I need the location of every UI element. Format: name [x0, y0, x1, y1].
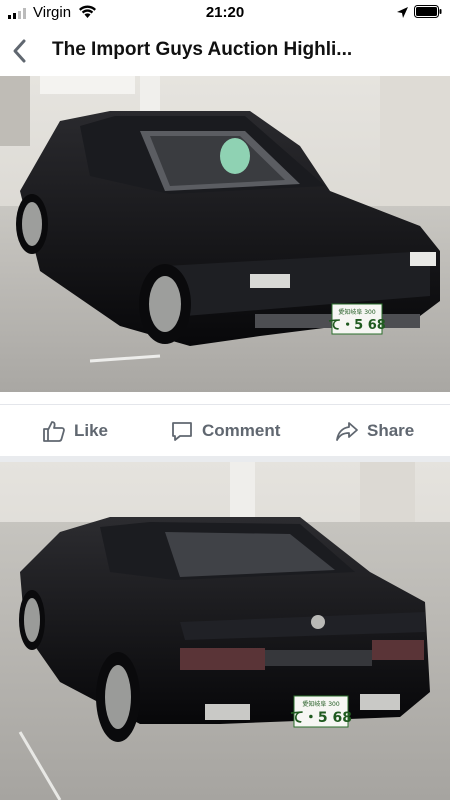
- page-title: The Import Guys Auction Highli...: [52, 39, 353, 60]
- plate-rear-bottom: て・5 68: [290, 710, 352, 726]
- post-actions-bar: Like Comment Share: [0, 404, 450, 457]
- share-label: Share: [367, 421, 415, 440]
- car-photo-rear[interactable]: 愛知岐阜 300 て・5 68: [0, 462, 450, 800]
- car-front-image: 愛知岐阜 300 て・5 68: [0, 76, 450, 392]
- like-label: Like: [74, 421, 109, 440]
- car-photo-front[interactable]: 愛知岐阜 300 て・5 68: [0, 76, 450, 392]
- battery-icon: [414, 5, 442, 18]
- plate-front-top: 愛知岐阜 300: [338, 308, 376, 316]
- like-button[interactable]: Like: [42, 419, 108, 443]
- comment-bubble-icon: [172, 422, 192, 441]
- plate-front-bottom: て・5 68: [328, 318, 386, 333]
- back-chevron-icon[interactable]: [10, 38, 30, 64]
- plate-rear-top: 愛知岐阜 300: [302, 700, 340, 708]
- status-bar: Virgin 21:20: [0, 0, 450, 26]
- location-icon: [397, 7, 408, 18]
- comment-label: Comment: [202, 421, 281, 440]
- share-button[interactable]: Share: [335, 419, 414, 443]
- share-arrow-icon: [336, 422, 358, 441]
- status-time: 21:20: [205, 4, 245, 21]
- like-thumb-icon: [43, 421, 65, 442]
- car-rear-image: 愛知岐阜 300 て・5 68: [0, 462, 450, 800]
- comment-button[interactable]: Comment: [170, 419, 280, 443]
- navigation-bar: The Import Guys Auction Highli...: [0, 26, 450, 76]
